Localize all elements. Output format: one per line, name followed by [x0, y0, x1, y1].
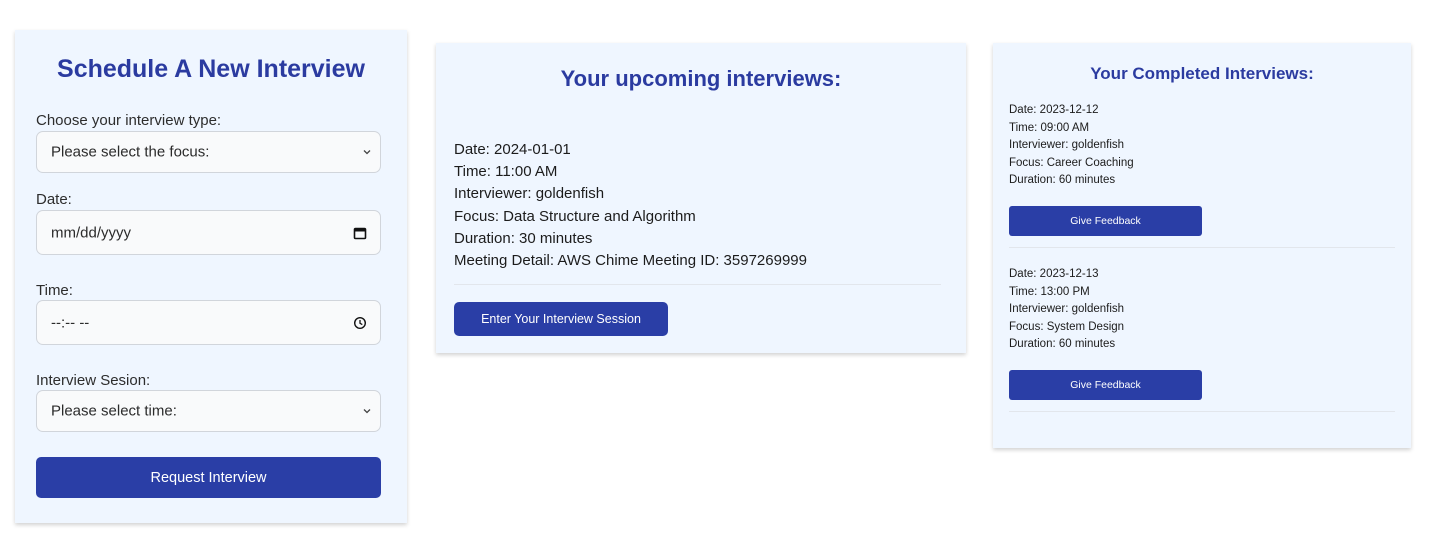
completed-interviewer: Interviewer: goldenfish: [1009, 303, 1125, 316]
upcoming-interview-details: Date: 2024-01-01 Time: 11:00 AM Intervie…: [454, 139, 807, 272]
upcoming-title: Your upcoming interviews:: [560, 66, 842, 91]
completed-item: Date: 2023-12-13 Time: 13:00 PM Intervie…: [1009, 266, 1124, 354]
upcoming-interviewer: Interviewer: goldenfish: [454, 185, 605, 203]
time-input-placeholder: --:-- --: [51, 314, 90, 331]
enter-session-button[interactable]: Enter Your Interview Session: [454, 302, 668, 336]
clock-icon[interactable]: [353, 316, 367, 330]
completed-title: Your Completed Interviews:: [1090, 64, 1314, 83]
completed-date: Date: 2023-12-13: [1009, 268, 1099, 280]
upcoming-date: Date: 2024-01-01: [454, 141, 571, 158]
completed-duration: Duration: 60 minutes: [1009, 338, 1116, 351]
interview-type-label: Choose your interview type:: [36, 112, 222, 129]
upcoming-focus: Focus: Data Structure and Algorithm: [454, 207, 696, 225]
chevron-down-icon: [363, 409, 371, 414]
schedule-interview-card: Schedule A New Interview Choose your int…: [15, 30, 407, 523]
date-input-placeholder: mm/dd/yyyy: [51, 224, 132, 241]
completed-interviewer: Interviewer: goldenfish: [1009, 139, 1125, 152]
divider: [1009, 247, 1395, 248]
upcoming-interviews-card: Your upcoming interviews: Date: 2024-01-…: [436, 43, 966, 353]
session-select[interactable]: Please select time:: [36, 390, 381, 432]
completed-item: Date: 2023-12-12 Time: 09:00 AM Intervie…: [1009, 102, 1134, 190]
request-interview-button[interactable]: Request Interview: [36, 457, 381, 498]
divider: [454, 284, 941, 285]
upcoming-meeting-detail: Meeting Detail: AWS Chime Meeting ID: 35…: [454, 252, 807, 270]
give-feedback-button[interactable]: Give Feedback: [1009, 206, 1202, 236]
divider: [1009, 411, 1395, 412]
completed-duration: Duration: 60 minutes: [1009, 174, 1116, 187]
session-select-value: Please select time:: [51, 402, 177, 420]
upcoming-time: Time: 11:00 AM: [454, 163, 558, 181]
interview-type-select-value: Please select the focus:: [51, 143, 210, 161]
calendar-icon[interactable]: [353, 226, 367, 240]
time-label: Time:: [36, 282, 73, 299]
completed-focus: Focus: Career Coaching: [1009, 156, 1134, 169]
schedule-title: Schedule A New Interview: [57, 55, 365, 83]
completed-focus: Focus: System Design: [1009, 320, 1125, 333]
upcoming-duration: Duration: 30 minutes: [454, 229, 593, 247]
interview-type-select[interactable]: Please select the focus:: [36, 131, 381, 173]
session-label: Interview Sesion:: [36, 372, 151, 389]
date-input[interactable]: mm/dd/yyyy: [36, 210, 381, 255]
completed-time: Time: 09:00 AM: [1009, 121, 1090, 134]
give-feedback-button[interactable]: Give Feedback: [1009, 370, 1202, 400]
completed-interviews-card: Your Completed Interviews: Date: 2023-12…: [993, 43, 1411, 448]
completed-time: Time: 13:00 PM: [1009, 285, 1090, 298]
chevron-down-icon: [363, 150, 371, 155]
date-label: Date:: [36, 191, 72, 208]
time-input[interactable]: --:-- --: [36, 300, 381, 345]
completed-date: Date: 2023-12-12: [1009, 104, 1099, 116]
